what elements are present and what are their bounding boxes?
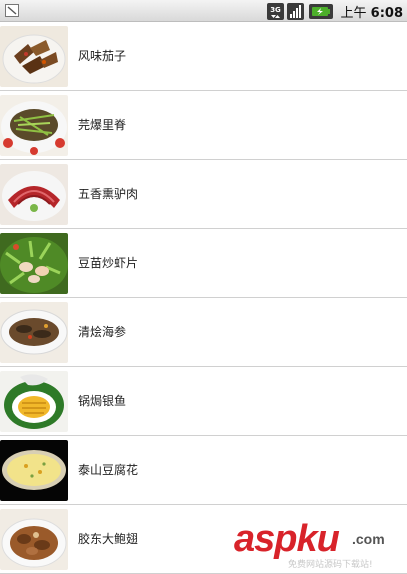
signal-strength-icon bbox=[286, 2, 304, 20]
battery-charging-icon bbox=[308, 3, 333, 19]
list-item[interactable]: 芫爆里脊 bbox=[0, 91, 407, 160]
notification-icon bbox=[5, 4, 19, 17]
status-icons: 3G 上午 6:08 bbox=[266, 2, 404, 21]
dish-photo-eggplant bbox=[0, 26, 68, 87]
dish-photo-tofu-pudding bbox=[0, 440, 68, 501]
clock-time: 6:08 bbox=[370, 5, 403, 21]
list-item[interactable]: 清烩海参 bbox=[0, 298, 407, 367]
list-item[interactable]: 锅焗银鱼 bbox=[0, 367, 407, 436]
list-item[interactable]: 豆苗炒虾片 bbox=[0, 229, 407, 298]
site-watermark: aspku .com 免费网站源码下载站! bbox=[234, 518, 404, 570]
dish-name: 风味茄子 bbox=[78, 49, 127, 63]
watermark-domain: .com bbox=[352, 531, 385, 547]
list-item[interactable]: 风味茄子 bbox=[0, 22, 407, 91]
svg-text:3G: 3G bbox=[270, 6, 281, 14]
dish-photo-sea-cucumber bbox=[0, 302, 68, 363]
dish-name: 锅焗银鱼 bbox=[78, 394, 127, 408]
watermark-brand-suffix: ku bbox=[296, 518, 339, 560]
dish-name: 豆苗炒虾片 bbox=[78, 256, 139, 270]
dish-name: 芫爆里脊 bbox=[78, 118, 127, 132]
list-item[interactable]: 五香熏驴肉 bbox=[0, 160, 407, 229]
clock-ampm: 上午 bbox=[340, 5, 367, 21]
watermark-brand: asp bbox=[234, 518, 297, 560]
watermark-tagline: 免费网站源码下载站! bbox=[288, 560, 373, 570]
dish-name: 泰山豆腐花 bbox=[78, 463, 139, 477]
dish-photo-silverfish bbox=[0, 371, 68, 432]
list-item[interactable]: 泰山豆腐花 bbox=[0, 436, 407, 505]
network-3g-icon: 3G bbox=[266, 2, 284, 20]
clock: 上午 6:08 bbox=[341, 2, 404, 21]
dish-photo-pea-shoots-shrimp bbox=[0, 233, 68, 294]
dish-name: 清烩海参 bbox=[78, 325, 127, 339]
status-bar: 3G 上午 6:08 bbox=[0, 0, 407, 22]
dish-photo-pork-tenderloin bbox=[0, 95, 68, 156]
dish-list: 风味茄子 芫爆里脊 五香熏驴肉 豆苗炒虾片 清烩海参 锅焗银鱼 泰山豆腐花 胶东… bbox=[0, 22, 407, 574]
dish-photo-shark-fin bbox=[0, 509, 68, 570]
dish-name: 五香熏驴肉 bbox=[78, 187, 139, 201]
watermark-logo: aspku bbox=[234, 518, 340, 560]
dish-name: 胶东大鲍翅 bbox=[78, 532, 139, 546]
dish-photo-smoked-donkey-meat bbox=[0, 164, 68, 225]
